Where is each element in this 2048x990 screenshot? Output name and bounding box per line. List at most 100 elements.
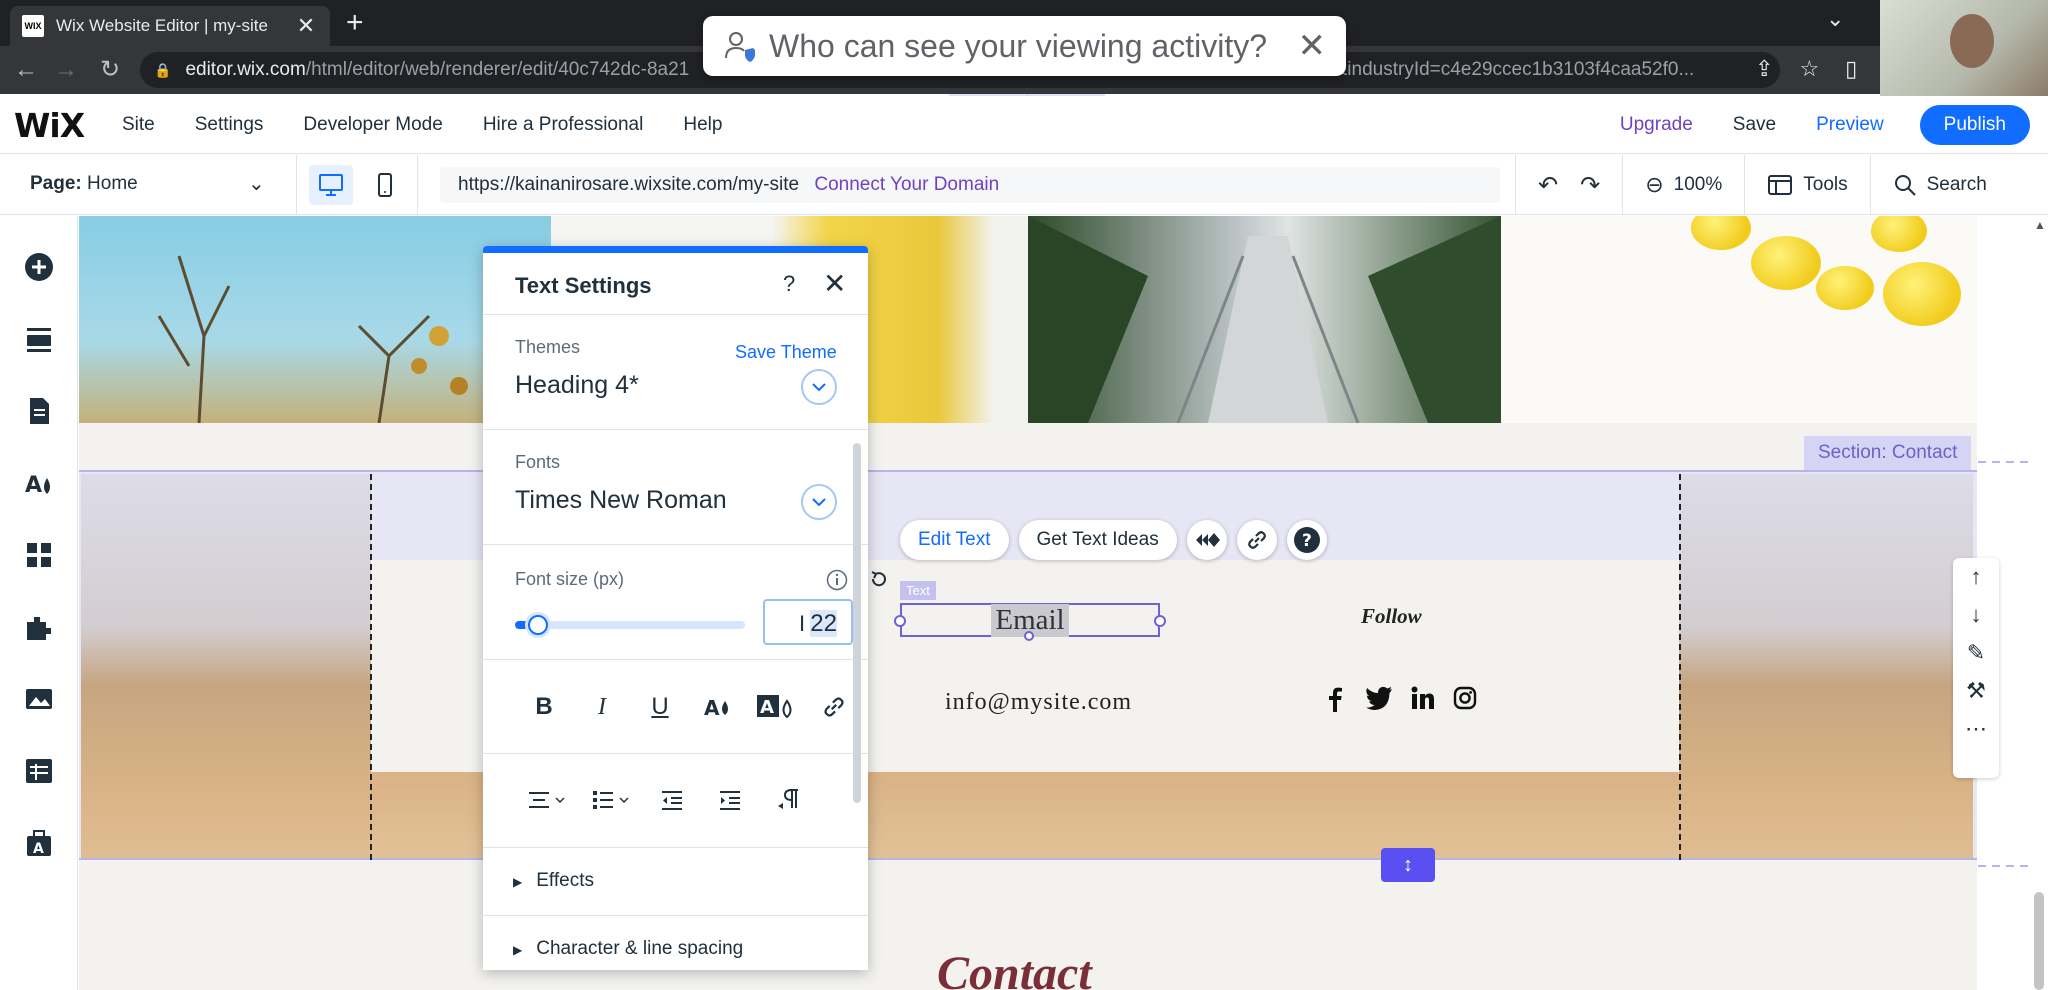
- portfolio-icon[interactable]: A: [24, 828, 54, 858]
- contact-heading[interactable]: Contact: [937, 946, 1092, 990]
- menu-help[interactable]: Help: [683, 114, 722, 136]
- zoom-out-icon[interactable]: ⊖: [1645, 172, 1663, 198]
- tools-button[interactable]: Tools: [1744, 155, 1869, 215]
- upgrade-button[interactable]: Upgrade: [1620, 114, 1693, 136]
- bookmark-star-icon[interactable]: ☆: [1799, 56, 1819, 82]
- get-text-ideas-button[interactable]: Get Text Ideas: [1018, 520, 1177, 560]
- zoom-control[interactable]: ⊖ 100%: [1622, 155, 1744, 215]
- highlight-color-icon[interactable]: A: [747, 687, 805, 727]
- editor-canvas[interactable]: Section: Contact Edit Text Get Text Idea…: [79, 216, 1977, 990]
- spacing-row[interactable]: ▶ Character & line spacing: [483, 916, 868, 970]
- info-icon[interactable]: [826, 569, 848, 591]
- move-up-icon[interactable]: ↑: [1953, 558, 1999, 596]
- menu-site[interactable]: Site: [122, 114, 155, 136]
- section-resize-button[interactable]: ↕: [1381, 848, 1435, 882]
- forward-icon[interactable]: →: [54, 56, 78, 84]
- edit-text-button[interactable]: Edit Text: [900, 520, 1009, 560]
- site-url[interactable]: https://kainanirosare.wixsite.com/my-sit…: [458, 174, 799, 195]
- effects-row[interactable]: ▶ Effects: [483, 848, 868, 916]
- section-contact-badge[interactable]: Section: Contact: [1804, 436, 1972, 470]
- tab-close-icon[interactable]: ✕: [294, 13, 318, 39]
- decrease-indent-icon[interactable]: [643, 780, 701, 820]
- underline-icon[interactable]: U: [631, 687, 689, 727]
- instagram-icon[interactable]: [1453, 686, 1477, 710]
- save-theme-link[interactable]: Save Theme: [735, 342, 837, 363]
- social-bar[interactable]: [1323, 686, 1477, 712]
- scroll-up-icon[interactable]: ▲: [2034, 218, 2046, 232]
- browser-tab[interactable]: WIX Wix Website Editor | my-site ✕: [10, 6, 330, 46]
- address-bar-actions: ⇪ ☆ ▯: [1755, 56, 1857, 82]
- animation-button[interactable]: [1186, 520, 1227, 560]
- spacing-expander[interactable]: ▶ Character & line spacing: [513, 938, 743, 960]
- theme-dropdown-button[interactable]: [801, 369, 837, 405]
- facebook-icon[interactable]: [1323, 686, 1347, 712]
- tab-search-icon[interactable]: ⌄: [1826, 6, 1844, 32]
- help-button[interactable]: ?: [1286, 520, 1327, 560]
- resize-handle-bottom[interactable]: [1024, 631, 1034, 641]
- media-icon[interactable]: [24, 684, 54, 714]
- add-elements-icon[interactable]: [24, 252, 54, 282]
- font-size-input[interactable]: 22: [763, 599, 853, 645]
- share-icon[interactable]: ⇪: [1755, 56, 1773, 82]
- design-icon[interactable]: A: [24, 468, 54, 498]
- undo-icon[interactable]: ↶: [1538, 171, 1558, 200]
- page-selector[interactable]: Page: Home ⌄: [30, 173, 265, 195]
- effects-expander[interactable]: ▶ Effects: [513, 870, 594, 892]
- add-section-icon[interactable]: [24, 324, 54, 354]
- font-size-slider[interactable]: [515, 615, 745, 635]
- text-floating-toolbar: Edit Text Get Text Ideas ?: [900, 520, 1327, 560]
- twitter-icon[interactable]: [1365, 686, 1393, 710]
- back-icon[interactable]: ←: [14, 56, 38, 84]
- gallery-image-walkway[interactable]: [1028, 216, 1501, 424]
- slider-knob[interactable]: [528, 615, 548, 635]
- font-dropdown-button[interactable]: [801, 484, 837, 520]
- search-button[interactable]: Search: [1869, 155, 2009, 215]
- redo-icon[interactable]: ↷: [1580, 171, 1600, 200]
- connect-domain-link[interactable]: Connect Your Domain: [814, 174, 999, 195]
- cms-icon[interactable]: [24, 756, 54, 786]
- menu-developer-mode[interactable]: Developer Mode: [303, 114, 442, 136]
- mobile-view-button[interactable]: [363, 165, 407, 205]
- contact-email-address[interactable]: info@mysite.com: [945, 689, 1132, 716]
- panel-close-icon[interactable]: ✕: [823, 267, 846, 300]
- desktop-view-button[interactable]: [309, 165, 353, 205]
- menu-settings[interactable]: Settings: [195, 114, 264, 136]
- text-direction-icon[interactable]: [759, 780, 817, 820]
- menu-hire-professional[interactable]: Hire a Professional: [483, 114, 644, 136]
- increase-indent-icon[interactable]: [701, 780, 759, 820]
- move-down-icon[interactable]: ↓: [1953, 596, 1999, 634]
- follow-heading[interactable]: Follow: [1361, 604, 1422, 629]
- more-actions-icon[interactable]: ⋯: [1953, 710, 1999, 748]
- reload-icon[interactable]: ↻: [100, 56, 120, 84]
- text-color-icon[interactable]: A: [689, 687, 747, 727]
- side-panel-icon[interactable]: ▯: [1845, 56, 1857, 82]
- edit-design-icon[interactable]: ✎: [1953, 634, 1999, 672]
- business-apps-icon[interactable]: [24, 612, 54, 642]
- save-button[interactable]: Save: [1733, 114, 1776, 136]
- link-button[interactable]: [1236, 520, 1277, 560]
- font-value[interactable]: Times New Roman: [515, 486, 727, 515]
- apps-icon[interactable]: [24, 540, 54, 570]
- new-tab-icon[interactable]: +: [346, 8, 364, 38]
- align-center-icon[interactable]: [515, 780, 579, 820]
- canvas-scrollbar[interactable]: [2032, 216, 2048, 990]
- publish-button[interactable]: Publish: [1919, 105, 2030, 145]
- bullet-list-icon[interactable]: [579, 780, 643, 820]
- panel-scrollbar[interactable]: [853, 443, 861, 803]
- bold-icon[interactable]: B: [515, 687, 573, 727]
- resize-handle-right[interactable]: [1154, 615, 1166, 627]
- gallery-image-branches[interactable]: [79, 216, 551, 424]
- wix-logo[interactable]: WiX: [14, 106, 85, 145]
- magic-edit-icon[interactable]: ⚒: [1953, 672, 1999, 710]
- theme-value[interactable]: Heading 4*: [515, 371, 639, 400]
- panel-help-icon[interactable]: ?: [783, 271, 795, 297]
- pages-icon[interactable]: [24, 396, 54, 426]
- preview-button[interactable]: Preview: [1816, 114, 1884, 136]
- resize-handle-left[interactable]: [894, 615, 906, 627]
- reset-icon[interactable]: [867, 567, 891, 591]
- italic-icon[interactable]: I: [573, 687, 631, 727]
- linkedin-icon[interactable]: [1411, 686, 1435, 710]
- canvas-scroll-thumb[interactable]: [2034, 892, 2044, 990]
- privacy-close-icon[interactable]: ✕: [1298, 26, 1327, 66]
- gallery-image-lemons[interactable]: [1501, 216, 1977, 423]
